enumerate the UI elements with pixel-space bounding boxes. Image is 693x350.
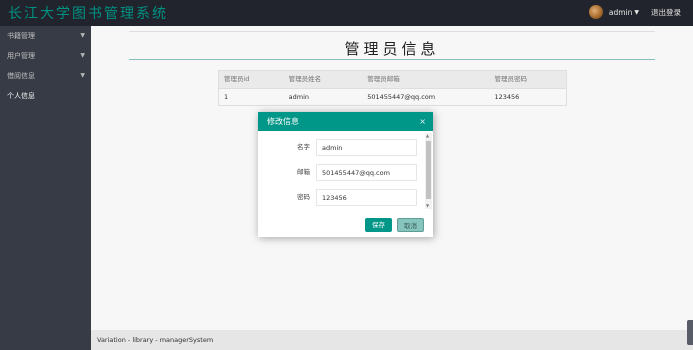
scroll-down-icon[interactable]: ▼ [426, 203, 429, 208]
scroll-up-icon[interactable]: ▲ [426, 133, 429, 138]
name-field[interactable] [316, 139, 417, 156]
password-label: 密码 [297, 193, 310, 201]
scrollbar-thumb[interactable] [426, 141, 431, 199]
dialog-scrollbar[interactable]: ▲ ▼ [425, 133, 432, 209]
close-icon[interactable]: × [419, 112, 426, 131]
email-field[interactable] [316, 164, 417, 181]
dialog-header: 修改信息 × [258, 112, 433, 131]
cancel-button[interactable]: 取消 [397, 218, 424, 232]
password-field[interactable] [316, 189, 417, 206]
name-label: 名字 [297, 143, 310, 151]
save-button[interactable]: 保存 [365, 218, 392, 232]
email-label: 邮箱 [297, 168, 310, 176]
edit-info-dialog: 修改信息 × 名字 邮箱 密码 ▲ ▼ 保存 取消 [258, 112, 433, 237]
dialog-title: 修改信息 [267, 117, 299, 126]
